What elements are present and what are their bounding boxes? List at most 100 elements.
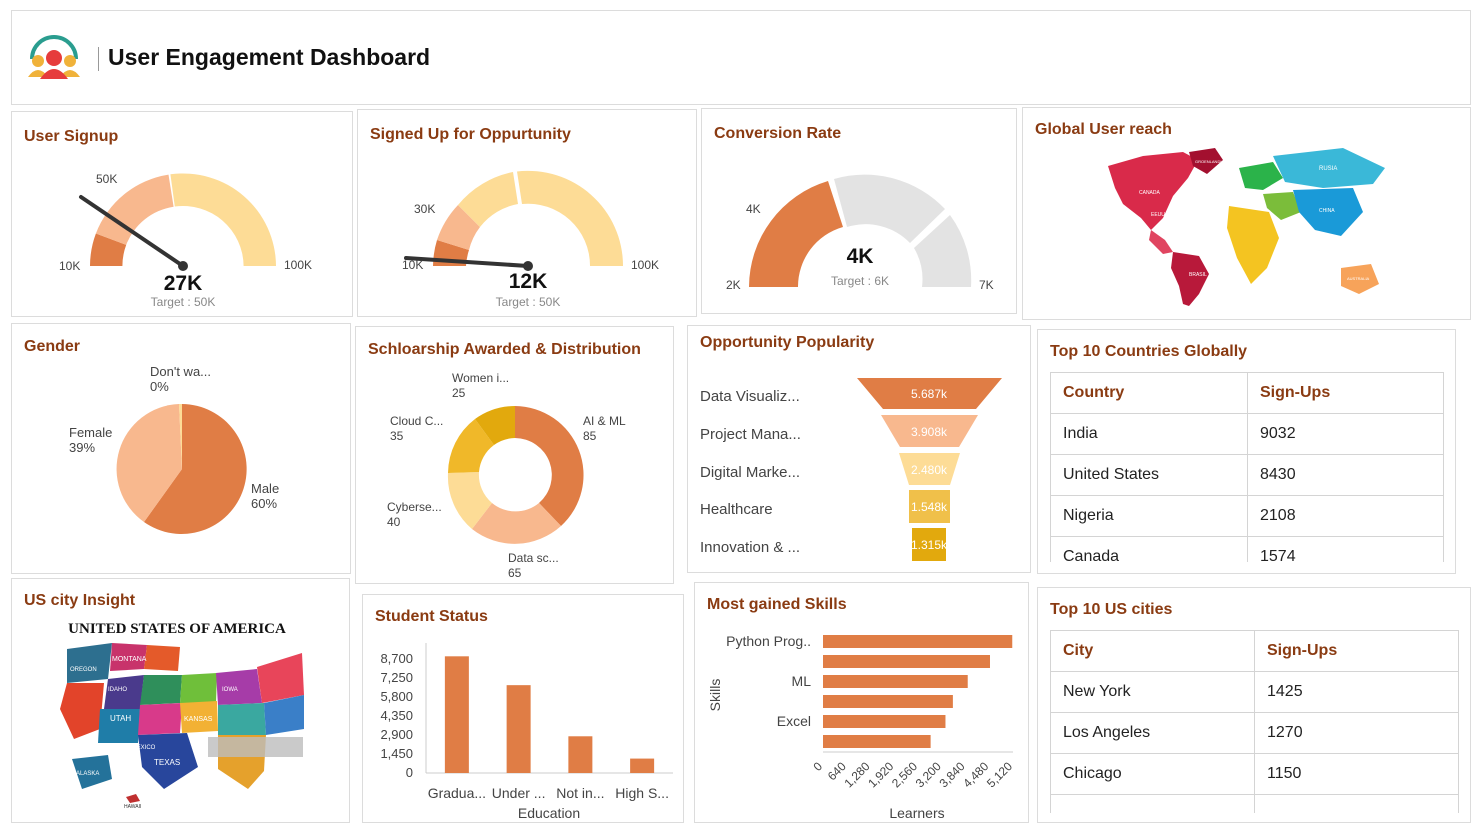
state-label: UTAH [110, 714, 131, 723]
bar[interactable] [823, 695, 953, 708]
column-header-signups[interactable]: Sign-Ups [1247, 372, 1444, 414]
state-label: IDAHO [108, 687, 127, 693]
header-bar: User Engagement Dashboard [11, 10, 1471, 105]
table-row[interactable]: India 9032 [1050, 413, 1444, 455]
cell-city: Chicago [1050, 753, 1255, 795]
scholarship-card[interactable]: Schloarship Awarded & Distribution Women… [355, 326, 674, 584]
bar[interactable] [823, 655, 990, 668]
donut-label: Cyberse... [387, 500, 442, 514]
opportunity-signup-card[interactable]: Signed Up for Oppurtunity 30K 10K 100K 1… [357, 109, 697, 317]
cell-country: Nigeria [1050, 495, 1248, 537]
cell-signups: 9032 [1247, 413, 1444, 455]
student-status-card[interactable]: Student Status Education 8,700 7,250 5,800… [362, 594, 684, 823]
cell-signups: 1150 [1254, 753, 1459, 795]
bar[interactable] [568, 736, 593, 773]
state-label: HAWAII [124, 804, 141, 810]
x-tick-label: 0 [810, 759, 825, 774]
pie-label: Female [69, 425, 112, 440]
map-label-canada: CANADA [1139, 190, 1161, 196]
state-region [60, 683, 104, 739]
bar[interactable] [630, 758, 655, 773]
column-header-country[interactable]: Country [1050, 372, 1248, 414]
state-region [218, 703, 266, 735]
cell-city: Los Angeles [1050, 712, 1255, 754]
state-region [140, 675, 182, 705]
bar[interactable] [506, 685, 531, 773]
x-tick-label: Gradua... [428, 785, 486, 801]
table-header-row: City Sign-Ups [1050, 630, 1459, 672]
table-row[interactable]: Los Angeles 1270 [1050, 712, 1459, 754]
region-south-america [1171, 252, 1209, 306]
map-label-australia: AUSTRALIA [1347, 276, 1370, 281]
header-divider [98, 47, 99, 71]
gauge-target: Target : 6K [831, 274, 889, 288]
state-region [126, 794, 140, 803]
user-signup-card[interactable]: User Signup 50K 10K 100K 27K Target : 50… [11, 111, 353, 317]
x-tick-label: 1,280 [841, 759, 872, 790]
table-row[interactable]: United States 8430 [1050, 454, 1444, 496]
bar[interactable] [823, 635, 1013, 648]
donut-label: Women i... [452, 371, 509, 385]
donut-value: 40 [387, 515, 401, 529]
conversion-rate-card[interactable]: Conversion Rate 4K 2K 7K 4K Target : 6K [701, 108, 1017, 314]
donut-value: 25 [452, 386, 466, 400]
card-title: Top 10 US cities [1050, 601, 1173, 618]
x-axis-title: Learners [889, 805, 944, 821]
y-tick-label: 7,250 [380, 670, 413, 685]
map-label-greenland: GROENLANDIA [1195, 159, 1224, 164]
x-axis-title: Education [518, 805, 580, 821]
y-axis-title: Skills [707, 679, 723, 712]
funnel-label: Digital Marke... [700, 464, 800, 481]
gauge-value: 27K [164, 272, 203, 295]
x-tick-label: 3,200 [913, 759, 944, 790]
y-tick-label: 8,700 [380, 651, 413, 666]
us-city-insight-card[interactable]: US city Insight UNITED STATES OF AMERICA… [11, 578, 350, 823]
global-reach-card[interactable]: Global User reach CANADA EEUU BRASIL RUS… [1022, 107, 1471, 320]
donut-value: 85 [583, 429, 597, 443]
table-row[interactable]: New York 1425 [1050, 671, 1459, 713]
gender-card[interactable]: Gender Don't wa... 0% Female 39% Male 60… [11, 323, 351, 574]
donut-label: AI & ML [583, 414, 626, 428]
x-tick-label: 4,480 [960, 759, 991, 790]
bar[interactable] [823, 675, 968, 688]
bar[interactable] [823, 715, 946, 728]
donut-slice-ai-ml [515, 406, 584, 526]
table-row[interactable]: Canada 1574 [1050, 536, 1444, 562]
gauge-mid-label: 4K [746, 202, 761, 216]
donut-value: 35 [390, 429, 404, 443]
top-countries-card[interactable]: Top 10 Countries Globally Country Sign-U… [1037, 329, 1456, 574]
region-europe [1239, 162, 1283, 190]
x-tick-label: Not in... [556, 785, 604, 801]
column-header-city[interactable]: City [1050, 630, 1255, 672]
cities-table-scroll[interactable]: City Sign-Ups New York 1425 Los Angeles … [1050, 630, 1460, 813]
bar[interactable] [823, 735, 931, 748]
opportunity-popularity-card[interactable]: Opportunity Popularity Data Visualiz... … [687, 325, 1031, 573]
bar[interactable] [444, 656, 469, 773]
table-row[interactable]: Chicago 1150 [1050, 753, 1459, 795]
pie-label: Don't wa... [150, 364, 211, 379]
y-tick-label: 2,900 [380, 727, 413, 742]
gauge-fill [749, 181, 843, 287]
y-tick-label: ML [792, 673, 812, 689]
countries-table-scroll[interactable]: Country Sign-Ups India 9032 United State… [1050, 372, 1445, 562]
cities-table: City Sign-Ups New York 1425 Los Angeles … [1050, 630, 1459, 813]
user-group-icon [28, 35, 80, 79]
state-label: KANSAS [184, 716, 213, 723]
pie-value: 39% [69, 440, 95, 455]
gauge-pivot [178, 261, 188, 271]
column-header-signups[interactable]: Sign-Ups [1254, 630, 1459, 672]
state-region [144, 645, 180, 671]
funnel-value: 1.315k [911, 538, 948, 552]
card-title: Top 10 Countries Globally [1050, 343, 1248, 360]
state-region [138, 703, 182, 735]
table-row[interactable]: Nigeria 2108 [1050, 495, 1444, 537]
skills-card[interactable]: Most gained Skills Skills Learners Pytho… [694, 582, 1029, 823]
funnel-label: Data Visualiz... [700, 388, 800, 405]
table-row[interactable] [1050, 794, 1459, 813]
y-tick-label: 0 [406, 765, 413, 780]
y-tick-label: Python Prog.. [726, 633, 811, 649]
top-us-cities-card[interactable]: Top 10 US cities City Sign-Ups New York … [1037, 587, 1471, 823]
x-tick-label: 5,120 [984, 759, 1015, 790]
cell-signups: 1270 [1254, 712, 1459, 754]
gauge-rest [834, 174, 945, 243]
